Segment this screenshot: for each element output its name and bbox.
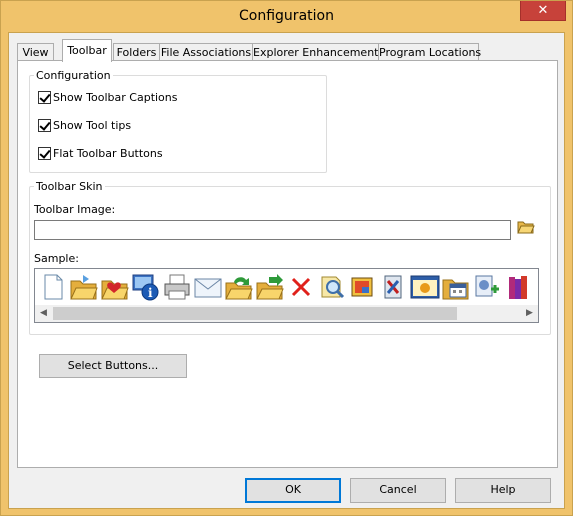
cancel-button[interactable]: Cancel: [350, 478, 446, 503]
close-button[interactable]: ✕: [520, 1, 566, 21]
toolbar-image-label: Toolbar Image:: [34, 203, 116, 216]
open-folder-icon: [517, 221, 535, 234]
scroll-left-arrow-icon[interactable]: ◀: [35, 305, 52, 322]
books-icon: [502, 271, 533, 303]
slideshow-icon: [409, 271, 440, 303]
sample-horizontal-scrollbar[interactable]: ◀ ▶: [35, 305, 538, 322]
delete-icon: [285, 271, 316, 303]
tab-toolbar[interactable]: Toolbar: [62, 39, 112, 62]
dialog-client: View Toolbar Folders File Associations E…: [8, 32, 565, 509]
open-folder-icon: [68, 271, 99, 303]
copy-to-folder-icon: [223, 271, 254, 303]
toolbar-image-input[interactable]: [34, 220, 511, 240]
flat-toolbar-buttons-label[interactable]: Flat Toolbar Buttons: [53, 147, 163, 160]
add-to-favorites-icon: [471, 271, 502, 303]
toolbar-tab-panel: Configuration Show Toolbar Captions Show…: [17, 60, 558, 468]
flat-toolbar-buttons-option[interactable]: Flat Toolbar Buttons: [38, 146, 163, 160]
toolbar-skin-legend: Toolbar Skin: [34, 180, 105, 193]
scroll-right-arrow-icon[interactable]: ▶: [521, 305, 538, 322]
configuration-legend: Configuration: [34, 69, 113, 82]
show-tool-tips-option[interactable]: Show Tool tips: [38, 118, 131, 132]
configuration-group: Configuration Show Toolbar Captions Show…: [29, 69, 327, 173]
toolbar-sample-preview: i ◀ ▶: [34, 268, 539, 323]
select-buttons-button[interactable]: Select Buttons...: [39, 354, 187, 378]
show-tool-tips-checkbox[interactable]: [38, 118, 51, 132]
ok-button[interactable]: OK: [245, 478, 341, 503]
tools-icon: [378, 271, 409, 303]
properties-icon: i: [130, 271, 161, 303]
mail-icon: [192, 271, 223, 303]
browse-folder-button[interactable]: [515, 219, 537, 241]
show-tool-tips-label[interactable]: Show Tool tips: [53, 119, 131, 132]
show-toolbar-captions-option[interactable]: Show Toolbar Captions: [38, 90, 178, 104]
search-icon: [316, 271, 347, 303]
new-document-icon: [37, 271, 68, 303]
sample-label: Sample:: [34, 252, 79, 265]
show-toolbar-captions-label[interactable]: Show Toolbar Captions: [53, 91, 178, 104]
flat-toolbar-buttons-checkbox[interactable]: [38, 146, 51, 160]
favorite-folder-icon: [99, 271, 130, 303]
window-title: Configuration: [239, 8, 334, 24]
print-icon: [161, 271, 192, 303]
configuration-window: Configuration ✕ View Toolbar Folders Fil…: [0, 0, 573, 516]
calendar-folder-icon: [440, 271, 471, 303]
help-button[interactable]: Help: [455, 478, 551, 503]
toolbar-skin-group: Toolbar Skin Toolbar Image: Sample: i ◀ …: [29, 180, 551, 335]
image-viewer-icon: [347, 271, 378, 303]
title-bar[interactable]: Configuration ✕: [1, 1, 572, 32]
sample-icons-strip: i: [37, 271, 533, 303]
show-toolbar-captions-checkbox[interactable]: [38, 90, 51, 104]
move-to-folder-icon: [254, 271, 285, 303]
scroll-thumb[interactable]: [53, 307, 457, 320]
svg-text:i: i: [148, 286, 153, 300]
